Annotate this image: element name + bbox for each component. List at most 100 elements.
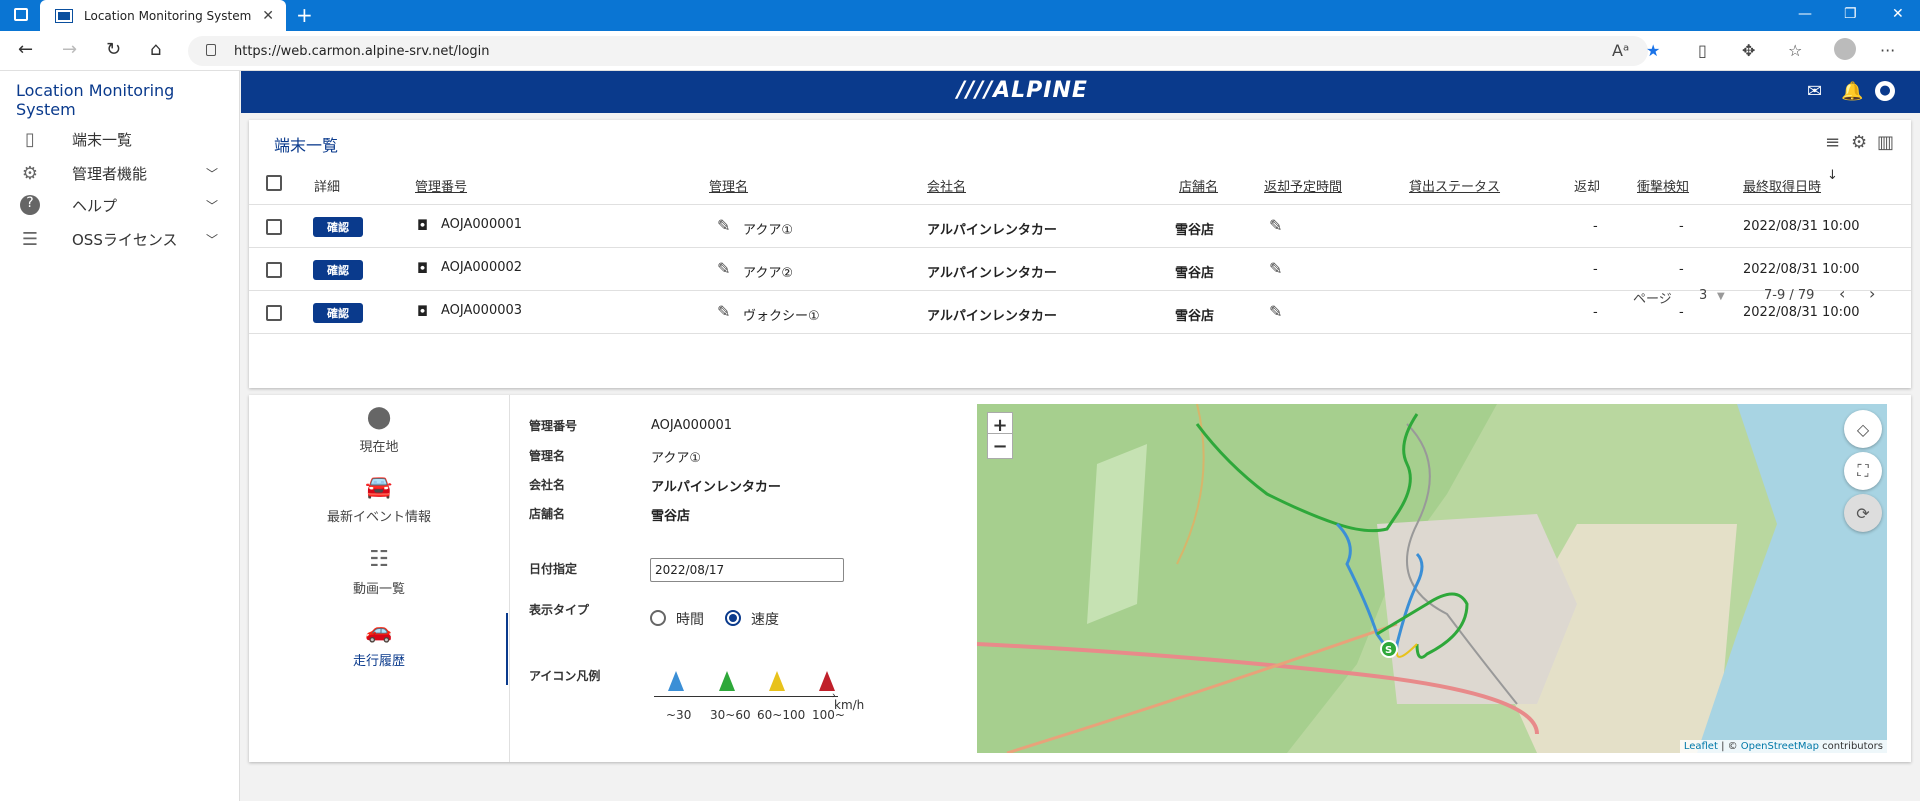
divider bbox=[249, 333, 1911, 334]
browser-tab[interactable]: Location Monitoring System ✕ bbox=[40, 0, 286, 31]
forward-icon[interactable]: → bbox=[62, 39, 77, 60]
legend-label-slow: ~30 bbox=[666, 708, 692, 722]
gear-icon: ⚙ bbox=[21, 162, 39, 184]
legend-label: アイコン凡例 bbox=[529, 669, 601, 683]
company-label: 会社名 bbox=[529, 478, 566, 492]
prev-page-icon[interactable]: ‹ bbox=[1839, 284, 1845, 303]
tab-drive-history[interactable]: 🚗 走行履歴 bbox=[249, 619, 509, 669]
tab-label: 最新イベント情報 bbox=[326, 510, 431, 525]
edit-return-icon[interactable]: ✎ bbox=[1269, 302, 1282, 321]
arrow-very-fast-icon bbox=[819, 671, 835, 691]
sort-arrow-icon[interactable]: ↓ bbox=[1827, 168, 1838, 183]
app-header: ////ALPINE ✉ 🔔 ● bbox=[241, 71, 1920, 113]
col-header-last[interactable]: 最終取得日時 bbox=[1743, 176, 1821, 195]
date-input[interactable]: 2022/08/17 bbox=[650, 558, 844, 582]
device-name: アクア② bbox=[743, 266, 794, 281]
fullscreen-icon[interactable]: ⛶ bbox=[1844, 452, 1882, 490]
list-icon: ☰ bbox=[21, 228, 39, 250]
col-header-status[interactable]: 貸出ステータス bbox=[1409, 176, 1500, 195]
edit-name-icon[interactable]: ✎ bbox=[717, 259, 730, 278]
mail-icon[interactable]: ✉ bbox=[1807, 81, 1822, 102]
radio-speed[interactable] bbox=[725, 610, 741, 626]
device-id: AOJA000003 bbox=[441, 303, 523, 318]
next-page-icon[interactable]: › bbox=[1869, 284, 1875, 303]
filter-icon[interactable]: ≡ bbox=[1825, 132, 1840, 153]
reload-icon[interactable]: ↻ bbox=[106, 39, 121, 60]
new-tab-icon[interactable]: + bbox=[296, 3, 313, 27]
col-header-id[interactable]: 管理番号 bbox=[415, 176, 467, 195]
sidebar-item-oss[interactable]: ☰ OSSライセンス ﹀ bbox=[0, 221, 240, 257]
window-menu-icon[interactable] bbox=[14, 8, 28, 21]
url-field[interactable]: https://web.carmon.alpine-srv.net/login bbox=[188, 36, 1648, 66]
device-id: AOJA000002 bbox=[441, 260, 523, 275]
more-icon[interactable]: ··· bbox=[1880, 41, 1895, 60]
map-icon[interactable]: ▥ bbox=[1877, 132, 1894, 153]
favorite-star-icon[interactable]: ★ bbox=[1646, 41, 1660, 60]
route-map[interactable]: S + − ◇ ⛶ ⟳ Leaflet | © OpenStreetMap co… bbox=[977, 404, 1887, 753]
account-icon[interactable]: ● bbox=[1875, 81, 1895, 101]
confirm-button[interactable]: 確認 bbox=[313, 303, 363, 323]
sidebar-item-devices[interactable]: ▯ 端末一覧 bbox=[0, 121, 240, 157]
edit-return-icon[interactable]: ✎ bbox=[1269, 259, 1282, 278]
name-value: アクア① bbox=[651, 451, 702, 466]
row-checkbox[interactable] bbox=[266, 305, 282, 321]
edit-name-icon[interactable]: ✎ bbox=[717, 216, 730, 235]
bell-icon[interactable]: 🔔 bbox=[1841, 81, 1863, 102]
sidebar-item-admin[interactable]: ⚙ 管理者機能 ﹀ bbox=[0, 155, 240, 191]
layers-icon[interactable]: ◇ bbox=[1844, 410, 1882, 448]
arrow-slow-icon bbox=[668, 671, 684, 691]
name-label: 管理名 bbox=[529, 449, 566, 463]
back-icon[interactable]: ← bbox=[18, 39, 33, 60]
attrib-sep: | © bbox=[1717, 741, 1741, 752]
confirm-button[interactable]: 確認 bbox=[313, 217, 363, 237]
row-checkbox[interactable] bbox=[266, 219, 282, 235]
favorites-icon[interactable]: ☆ bbox=[1788, 41, 1802, 60]
col-header-name[interactable]: 管理名 bbox=[709, 176, 748, 195]
split-screen-icon[interactable]: ▯ bbox=[1698, 41, 1707, 60]
divider bbox=[249, 247, 1911, 248]
extensions-icon[interactable]: ✥ bbox=[1742, 41, 1755, 60]
active-tab-indicator bbox=[506, 613, 508, 685]
row-checkbox[interactable] bbox=[266, 262, 282, 278]
tab-latest-event[interactable]: 🚘 最新イベント情報 bbox=[249, 475, 509, 525]
zoom-out-button[interactable]: − bbox=[987, 433, 1013, 459]
edit-return-icon[interactable]: ✎ bbox=[1269, 216, 1282, 235]
col-header-return-time[interactable]: 返却予定時間 bbox=[1264, 176, 1342, 195]
col-header-company[interactable]: 会社名 bbox=[927, 176, 966, 195]
display-type-label: 表示タイプ bbox=[529, 603, 590, 617]
sidebar-item-label: OSSライセンス bbox=[72, 230, 178, 249]
leaflet-link[interactable]: Leaflet bbox=[1684, 741, 1718, 752]
col-header-return: 返却 bbox=[1574, 180, 1601, 195]
select-all-checkbox[interactable] bbox=[266, 175, 282, 191]
last-update: 2022/08/31 10:00 bbox=[1743, 262, 1860, 277]
close-window-icon[interactable]: ✕ bbox=[1892, 6, 1904, 22]
tab-video-list[interactable]: ☷ 動画一覧 bbox=[249, 547, 509, 597]
sidebar-item-help[interactable]: ? ヘルプ ﹀ bbox=[0, 187, 240, 223]
arrow-fast-icon bbox=[769, 671, 785, 691]
settings-icon[interactable]: ⚙ bbox=[1851, 132, 1867, 153]
page-select[interactable]: 3 bbox=[1699, 288, 1707, 303]
col-header-store[interactable]: 店舗名 bbox=[1179, 176, 1218, 195]
page-dropdown-icon[interactable]: ▼ bbox=[1717, 291, 1725, 302]
profile-icon[interactable] bbox=[1834, 38, 1856, 60]
divider bbox=[509, 395, 510, 762]
restore-icon[interactable]: ❐ bbox=[1844, 6, 1857, 22]
tab-title: Location Monitoring System bbox=[84, 8, 252, 23]
close-tab-icon[interactable]: ✕ bbox=[262, 8, 274, 24]
company-name: アルパインレンタカー bbox=[927, 223, 1057, 238]
chevron-down-icon: ﹀ bbox=[205, 166, 218, 181]
read-aloud-icon[interactable]: Aᵃ bbox=[1612, 41, 1629, 60]
confirm-button[interactable]: 確認 bbox=[313, 260, 363, 280]
refresh-icon[interactable]: ⟳ bbox=[1844, 494, 1882, 532]
edit-name-icon[interactable]: ✎ bbox=[717, 302, 730, 321]
pager-range: 7-9 / 79 bbox=[1764, 288, 1815, 303]
alpine-logo: ////ALPINE bbox=[957, 78, 1088, 103]
minimize-icon[interactable]: — bbox=[1798, 6, 1812, 22]
radio-time[interactable] bbox=[650, 610, 666, 626]
osm-link[interactable]: OpenStreetMap bbox=[1741, 741, 1819, 752]
favicon-icon bbox=[55, 8, 73, 23]
car-event-icon: 🚘 bbox=[365, 475, 393, 500]
tab-current-location[interactable]: ⬤ 現在地 bbox=[249, 405, 509, 455]
home-icon[interactable]: ⌂ bbox=[150, 39, 161, 60]
col-header-impact[interactable]: 衝撃検知 bbox=[1637, 176, 1689, 195]
